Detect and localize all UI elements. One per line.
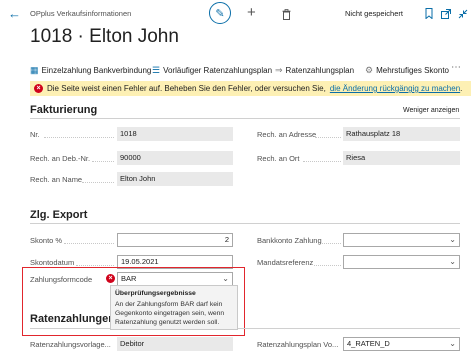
name-label: Rech. an Name [30, 175, 83, 184]
zahlungsform-label: Zahlungsformcode [30, 275, 93, 284]
plan-label: Ratenzahlungsplan Vo... [257, 340, 339, 349]
vorlage-field[interactable]: Debitor [117, 337, 233, 351]
field-leader [82, 182, 114, 183]
vorlage-label: Ratenzahlungsvorlage... [30, 340, 111, 349]
action-ratenzahlungsplan[interactable]: ⇒ Ratenzahlungsplan [275, 65, 354, 76]
chevron-down-icon: ⌄ [449, 235, 456, 244]
action-einzelzahlung[interactable]: ▦ Einzelzahlung Bankverbindung [30, 65, 151, 76]
bookmark-icon[interactable] [425, 6, 433, 24]
error-banner: × Die Seite weist einen Fehler auf. Behe… [30, 81, 471, 96]
field-leader [314, 265, 341, 266]
more-actions-icon[interactable]: ⋯ [451, 62, 461, 73]
chevron-down-icon: ⌄ [449, 339, 456, 348]
collapse-icon[interactable] [458, 6, 468, 24]
chevron-down-icon: ⌄ [222, 274, 229, 283]
chevron-down-icon: ⌄ [449, 257, 456, 266]
name-field[interactable]: Elton John [117, 172, 233, 186]
action-mehrstufiges-skonto[interactable]: ⚙ Mehrstufiges Skonto [365, 65, 449, 76]
section-divider [30, 223, 460, 224]
field-leader [315, 137, 341, 138]
undo-link[interactable]: die Änderung rückgängig zu machen [330, 84, 460, 93]
bankkonto-label: Bankkonto Zahlung [257, 236, 322, 245]
mandat-label: Mandatsreferenz [257, 258, 314, 267]
edit-button[interactable]: ✎ [209, 2, 231, 24]
adresse-field[interactable]: Rathausplatz 18 [343, 127, 460, 141]
deb-nr-label: Rech. an Deb.-Nr. [30, 154, 91, 163]
ort-label: Rech. an Ort [257, 154, 300, 163]
field-leader [76, 265, 114, 266]
nr-label: Nr. [30, 130, 40, 139]
section-divider [30, 118, 460, 119]
field-leader [92, 161, 114, 162]
gear-icon: ⚙ [365, 65, 374, 75]
page-title: 1018 · Elton John [30, 26, 179, 47]
section-export-title[interactable]: Zlg. Export [30, 209, 87, 221]
section-fakturierung-title[interactable]: Fakturierung [30, 104, 97, 116]
section-ratenzahlungen-title[interactable]: Ratenzahlungen [30, 313, 115, 325]
deb-nr-field[interactable]: 90000 [117, 151, 233, 165]
back-icon[interactable]: ← [8, 6, 21, 21]
tooltip-text: An der Zahlungsform BAR darf kein Gegenk… [115, 301, 225, 326]
save-status: Nicht gespeichert [345, 9, 403, 18]
action-vorlaeufiger-plan[interactable]: ☰ Vorläufiger Ratenzahlungsplan [152, 65, 272, 76]
field-leader [44, 137, 114, 138]
arrow-icon: ⇒ [275, 65, 283, 75]
add-icon[interactable]: + [247, 4, 256, 21]
app-title: OPplus Verkaufsinformationen [30, 9, 132, 18]
validation-tooltip: Überprüfungsergebnisse An der Zahlungsfo… [110, 285, 238, 330]
open-new-window-icon[interactable] [441, 6, 451, 24]
field-leader [322, 243, 341, 244]
tooltip-title: Überprüfungsergebnisse [115, 290, 196, 297]
show-less-link[interactable]: Weniger anzeigen [403, 107, 459, 114]
mandat-select[interactable]: ⌄ [343, 255, 460, 269]
bankkonto-select[interactable]: ⌄ [343, 233, 460, 247]
pencil-icon: ✎ [215, 7, 225, 20]
table-icon: ▦ [30, 65, 39, 75]
field-leader [64, 243, 114, 244]
skontodatum-label: Skontodatum [30, 258, 75, 267]
skonto-input[interactable]: 2 [117, 233, 233, 247]
error-icon: × [106, 274, 115, 283]
skonto-label: Skonto % [30, 236, 63, 245]
error-icon: × [34, 84, 43, 93]
list-icon: ☰ [152, 65, 161, 75]
plan-select[interactable]: 4_RATEN_D ⌄ [343, 337, 460, 351]
section-divider [30, 328, 460, 329]
nr-field[interactable]: 1018 [117, 127, 233, 141]
ort-field[interactable]: Riesa [343, 151, 460, 165]
adresse-label: Rech. an Adresse [257, 130, 317, 139]
delete-icon[interactable] [282, 7, 291, 25]
zahlungsform-select[interactable]: BAR ⌄ [117, 272, 233, 286]
field-leader [303, 161, 341, 162]
